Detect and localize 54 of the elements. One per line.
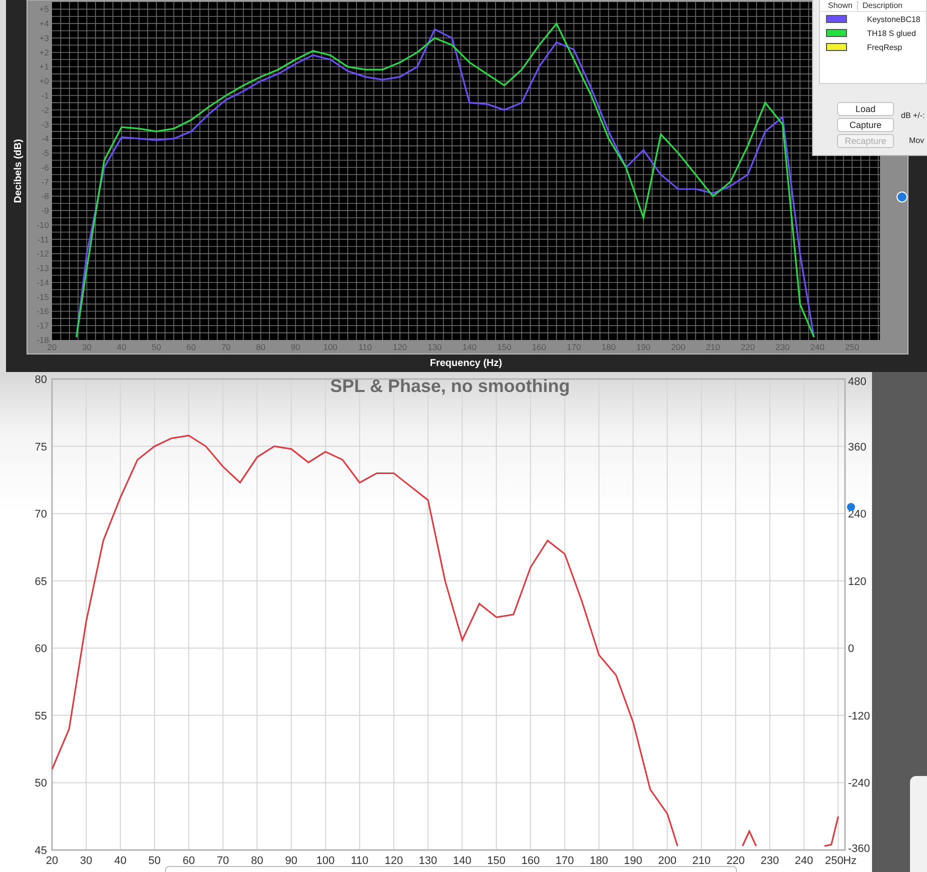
x-tick-label: 250 [824, 855, 844, 867]
y-tick-label: 50 [34, 778, 47, 790]
x-tick-label: 240 [794, 855, 814, 867]
x-tick-label: 130 [418, 855, 438, 867]
x-tick-label: 200 [658, 855, 676, 867]
action-button[interactable]: Load [837, 102, 894, 116]
x-tick-label: 100 [316, 855, 335, 867]
x-tick-label: 160 [521, 855, 540, 867]
x-tick-label: 90 [285, 855, 298, 867]
phase-tick-label: -360 [848, 843, 870, 855]
y-tick-label: 60 [34, 643, 47, 656]
x-axis-title: Frequency (Hz) [430, 358, 502, 369]
phase-tick-label: 360 [848, 441, 866, 454]
x-tick-label: 110 [350, 855, 368, 867]
x-tick-label: 170 [556, 855, 574, 867]
phase-tick-label: -120 [848, 710, 870, 722]
y-tick-label: 75 [34, 441, 47, 454]
phase-tick-label: 240 [848, 508, 866, 521]
legend-label: KeystoneBC18 [867, 14, 920, 24]
x-tick-label: 70 [216, 855, 230, 867]
action-button[interactable]: Capture [837, 118, 894, 132]
y-tick-label: 70 [34, 508, 47, 521]
x-tick-label: 20 [46, 855, 58, 867]
x-tick-label: 30 [80, 855, 92, 867]
x-unit-label: Hz [843, 855, 857, 867]
x-tick-label: 150 [487, 855, 506, 867]
y-tick-label: 55 [34, 710, 47, 722]
x-tick-label: 80 [250, 855, 264, 867]
y-tick-label: 80 [34, 374, 47, 386]
chart-title: SPL & Phase, no smoothing [330, 376, 570, 396]
x-tick-label: 210 [692, 855, 711, 867]
phase-tick-label: 120 [848, 576, 866, 588]
phase-tick-label: -240 [848, 778, 870, 790]
x-tick-label: 220 [726, 855, 745, 867]
field-label: Mov [909, 136, 924, 145]
column-header[interactable]: Description [857, 1, 902, 10]
y-axis-title: Decibels (dB) [13, 139, 24, 203]
x-tick-label: 60 [182, 855, 195, 867]
phase-tick-label: 480 [848, 376, 866, 388]
x-tick-label: 50 [148, 855, 161, 867]
y-tick-label: 45 [34, 845, 47, 857]
column-header[interactable]: Shown [820, 1, 852, 10]
x-tick-label: 230 [760, 855, 779, 867]
phase-tick-label: 0 [848, 643, 854, 656]
x-tick-label: 180 [590, 855, 608, 867]
x-tick-label: 120 [384, 855, 403, 867]
legend-label: FreqResp [867, 42, 902, 52]
y-tick-label: 65 [34, 576, 47, 588]
x-tick-label: 40 [114, 855, 126, 867]
x-tick-label: 190 [624, 855, 642, 867]
field-label: dB +/-: [901, 111, 925, 120]
legend-label: TH18 S glued [867, 28, 916, 38]
slider-handle[interactable] [847, 503, 855, 511]
x-tick-label: 140 [453, 855, 472, 867]
